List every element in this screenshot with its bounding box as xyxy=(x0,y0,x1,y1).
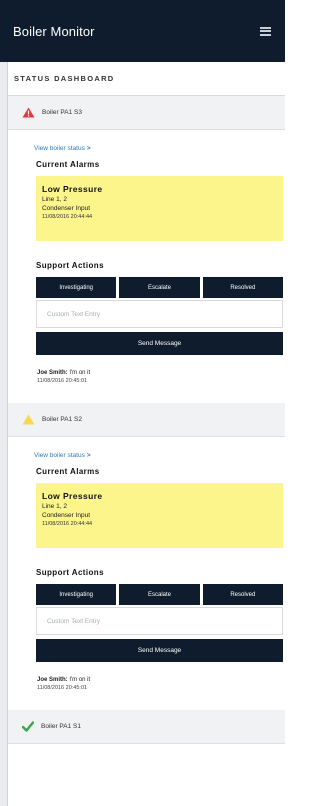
last-message: Joe Smith: I'm on it 11/08/2016 20:45:01 xyxy=(8,662,285,710)
message-user: Joe Smith: xyxy=(37,677,68,683)
view-boiler-status-link[interactable]: View boiler status > xyxy=(8,437,285,467)
boiler-name: Boiler PA1 S1 xyxy=(41,723,81,730)
alarm-card: Low Pressure Line 1, 2 Condenser Input 1… xyxy=(36,483,283,548)
custom-text-input[interactable]: Custom Text Entry xyxy=(36,300,283,328)
last-message: Joe Smith: I'm on it 11/08/2016 20:45:01 xyxy=(8,355,285,403)
message-timestamp: 11/08/2016 20:45:01 xyxy=(37,378,88,384)
current-alarms-heading: Current Alarms xyxy=(36,467,100,476)
view-boiler-status-label: View boiler status xyxy=(34,452,85,459)
support-actions-heading: Support Actions xyxy=(36,568,104,577)
alarm-timestamp: 11/08/2016 20:44:44 xyxy=(42,521,93,527)
message-text: I'm on it xyxy=(69,370,91,376)
message-text: I'm on it xyxy=(69,677,91,683)
alarm-title: Low Pressure xyxy=(42,491,103,501)
alarm-title: Low Pressure xyxy=(42,184,103,194)
current-alarms-heading: Current Alarms xyxy=(36,160,100,169)
boiler-header[interactable]: Boiler PA1 S2 xyxy=(8,403,285,437)
app-title: Boiler Monitor xyxy=(13,23,95,39)
send-message-button[interactable]: Send Message xyxy=(36,332,283,355)
message-timestamp: 11/08/2016 20:45:01 xyxy=(37,685,88,691)
boiler-card: Boiler PA1 S2 View boiler status > Curren… xyxy=(8,403,285,710)
main-content: STATUS DASHBOARD Boiler PA1 S3 View boil… xyxy=(8,62,285,744)
boiler-header[interactable]: Boiler PA1 S3 xyxy=(8,96,285,130)
alarm-source: Condenser Input xyxy=(42,205,91,212)
alarm-line: Line 1, 2 xyxy=(42,196,67,203)
boiler-name: Boiler PA1 S2 xyxy=(42,416,82,423)
red-alert-triangle-icon xyxy=(22,107,35,118)
boiler-card: Boiler PA1 S3 View boiler status > Curren… xyxy=(8,96,285,403)
escalate-button[interactable]: Escalate xyxy=(119,277,200,298)
alarm-timestamp: 11/08/2016 20:44:44 xyxy=(42,214,93,220)
investigating-button[interactable]: Investigating xyxy=(36,277,117,298)
action-buttons: Investigating Escalate Resolved xyxy=(36,584,283,605)
support-actions-heading: Support Actions xyxy=(36,261,104,270)
view-boiler-status-label: View boiler status xyxy=(34,145,85,152)
left-edge-rail xyxy=(0,62,8,806)
action-buttons: Investigating Escalate Resolved xyxy=(36,277,283,298)
escalate-button[interactable]: Escalate xyxy=(119,584,200,605)
custom-text-input[interactable]: Custom Text Entry xyxy=(36,607,283,635)
view-boiler-status-link[interactable]: View boiler status > xyxy=(8,130,285,160)
alarm-card: Low Pressure Line 1, 2 Condenser Input 1… xyxy=(36,176,283,241)
chevron-right-icon: > xyxy=(86,145,91,152)
boiler-header[interactable]: Boiler PA1 S1 xyxy=(8,710,285,744)
message-user: Joe Smith: xyxy=(37,370,68,376)
dashboard-title: STATUS DASHBOARD xyxy=(8,62,285,96)
alarm-source: Condenser Input xyxy=(42,512,91,519)
hamburger-menu-icon[interactable] xyxy=(260,26,271,36)
alarm-line: Line 1, 2 xyxy=(42,503,67,510)
investigating-button[interactable]: Investigating xyxy=(36,584,117,605)
chevron-right-icon: > xyxy=(86,452,91,459)
boiler-name: Boiler PA1 S3 xyxy=(42,109,82,116)
resolved-button[interactable]: Resolved xyxy=(202,584,283,605)
app-header: Boiler Monitor xyxy=(0,0,285,62)
green-checkmark-icon xyxy=(22,721,34,732)
send-message-button[interactable]: Send Message xyxy=(36,639,283,662)
yellow-warning-triangle-icon xyxy=(22,414,35,425)
boiler-card: Boiler PA1 S1 xyxy=(8,710,285,744)
resolved-button[interactable]: Resolved xyxy=(202,277,283,298)
